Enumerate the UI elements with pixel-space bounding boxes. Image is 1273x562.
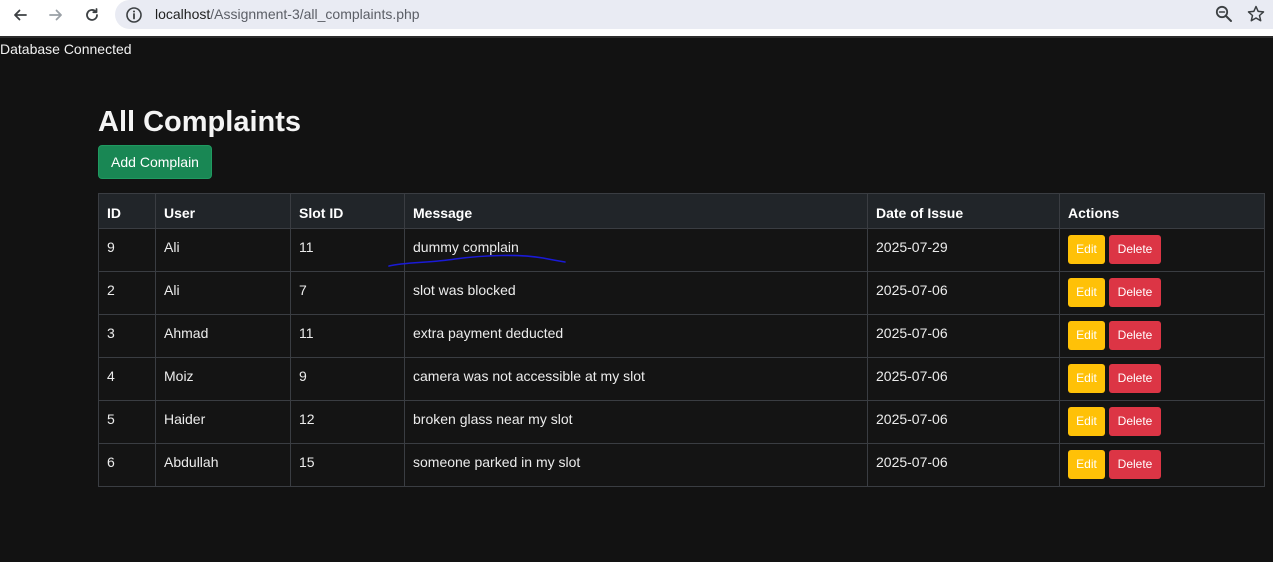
cell-id: 3 [98,314,156,358]
cell-actions: Edit Delete [1059,271,1265,315]
table-row: 3 Ahmad 11 extra payment deducted 2025-0… [98,314,1265,358]
add-complain-button[interactable]: Add Complain [98,145,212,179]
page-title: All Complaints [98,106,302,138]
cell-user: Ali [155,228,291,272]
edit-button[interactable]: Edit [1068,321,1105,350]
header-id: ID [98,193,156,229]
cell-message: slot was blocked [404,271,868,315]
cell-slot-id: 7 [290,271,405,315]
cell-id: 9 [98,228,156,272]
cell-user: Abdullah [155,443,291,487]
cell-id: 4 [98,357,156,401]
delete-button[interactable]: Delete [1109,364,1161,393]
table-row: 5 Haider 12 broken glass near my slot 20… [98,400,1265,444]
complaints-table: ID User Slot ID Message Date of Issue Ac… [98,193,1265,487]
zoom-button[interactable] [1214,4,1234,24]
cell-message: camera was not accessible at my slot [404,357,868,401]
cell-slot-id: 15 [290,443,405,487]
cell-message: dummy complain [404,228,868,272]
cell-message: someone parked in my slot [404,443,868,487]
cell-date: 2025-07-06 [867,314,1060,358]
header-date: Date of Issue [867,193,1060,229]
forward-arrow-icon [49,9,62,21]
delete-button[interactable]: Delete [1109,278,1161,307]
toolbar-shadow [0,36,1273,38]
browser-toolbar: localhost/Assignment-3/all_complaints.ph… [0,0,1273,30]
cell-actions: Edit Delete [1059,400,1265,444]
url-text[interactable]: localhost/Assignment-3/all_complaints.ph… [155,6,420,23]
cell-date: 2025-07-06 [867,400,1060,444]
back-button[interactable] [8,3,32,27]
cell-actions: Edit Delete [1059,314,1265,358]
url-path: /Assignment-3/all_complaints.php [210,6,420,22]
site-info-button[interactable] [124,5,144,25]
forward-button[interactable] [44,3,68,27]
reload-icon [86,8,98,21]
address-bar[interactable]: localhost/Assignment-3/all_complaints.ph… [115,0,1273,29]
edit-button[interactable]: Edit [1068,278,1105,307]
zoom-icon [1215,5,1232,22]
edit-button[interactable]: Edit [1068,364,1105,393]
db-status-text: Database Connected [0,41,132,57]
table-row: 4 Moiz 9 camera was not accessible at my… [98,357,1265,401]
cell-date: 2025-07-29 [867,228,1060,272]
edit-button[interactable]: Edit [1068,450,1105,479]
cell-user: Haider [155,400,291,444]
cell-id: 5 [98,400,156,444]
site-info-icon [126,7,142,23]
delete-button[interactable]: Delete [1109,235,1161,264]
delete-button[interactable]: Delete [1109,450,1161,479]
header-actions: Actions [1059,193,1265,229]
edit-button[interactable]: Edit [1068,235,1105,264]
header-message: Message [404,193,868,229]
cell-actions: Edit Delete [1059,228,1265,272]
url-host: localhost [155,6,211,22]
table-row: 6 Abdullah 15 someone parked in my slot … [98,443,1265,487]
cell-date: 2025-07-06 [867,357,1060,401]
edit-button[interactable]: Edit [1068,407,1105,436]
cell-slot-id: 9 [290,357,405,401]
cell-user: Ahmad [155,314,291,358]
cell-user: Ali [155,271,291,315]
cell-slot-id: 11 [290,228,405,272]
cell-message: extra payment deducted [404,314,868,358]
table-row: 2 Ali 7 slot was blocked 2025-07-06 Edit… [98,271,1265,315]
cell-id: 6 [98,443,156,487]
cell-slot-id: 12 [290,400,405,444]
bookmark-star-icon [1247,5,1265,22]
cell-actions: Edit Delete [1059,443,1265,487]
cell-date: 2025-07-06 [867,271,1060,315]
bookmark-button[interactable] [1246,4,1266,24]
cell-actions: Edit Delete [1059,357,1265,401]
delete-button[interactable]: Delete [1109,407,1161,436]
delete-button[interactable]: Delete [1109,321,1161,350]
cell-date: 2025-07-06 [867,443,1060,487]
reload-button[interactable] [80,3,104,27]
cell-slot-id: 11 [290,314,405,358]
header-slot-id: Slot ID [290,193,405,229]
table-row: 9 Ali 11 dummy complain 2025-07-29 Edit D… [98,228,1265,272]
back-arrow-icon [14,9,27,21]
cell-message: broken glass near my slot [404,400,868,444]
cell-id: 2 [98,271,156,315]
header-user: User [155,193,291,229]
table-header-row: ID User Slot ID Message Date of Issue Ac… [98,193,1265,229]
cell-user: Moiz [155,357,291,401]
